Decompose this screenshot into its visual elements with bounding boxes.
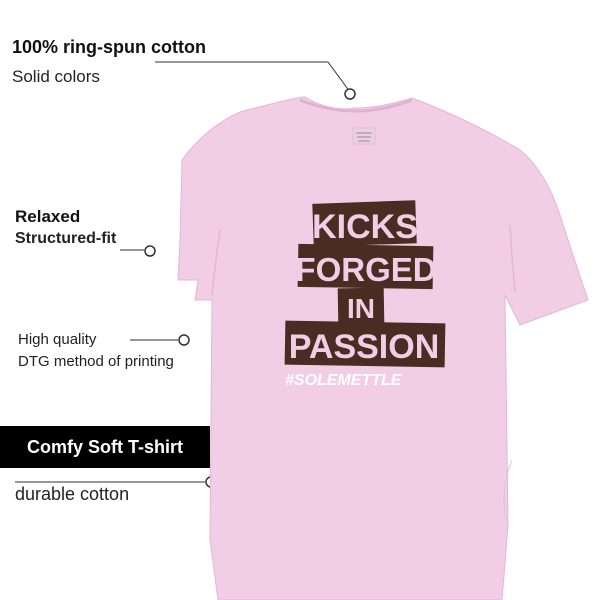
- print-text-in: IN: [347, 293, 375, 324]
- print-text-forged: FORGED: [295, 251, 436, 288]
- print-text-kicks: KICKS: [312, 208, 418, 246]
- print-text-hashtag: #SOLEMETTLE: [285, 372, 403, 389]
- tshirt-illustration: KICKS FORGED IN PASSION #SOLEMETTLE: [177, 96, 589, 600]
- neck-label: [352, 127, 376, 145]
- print-text-passion: PASSION: [289, 328, 440, 366]
